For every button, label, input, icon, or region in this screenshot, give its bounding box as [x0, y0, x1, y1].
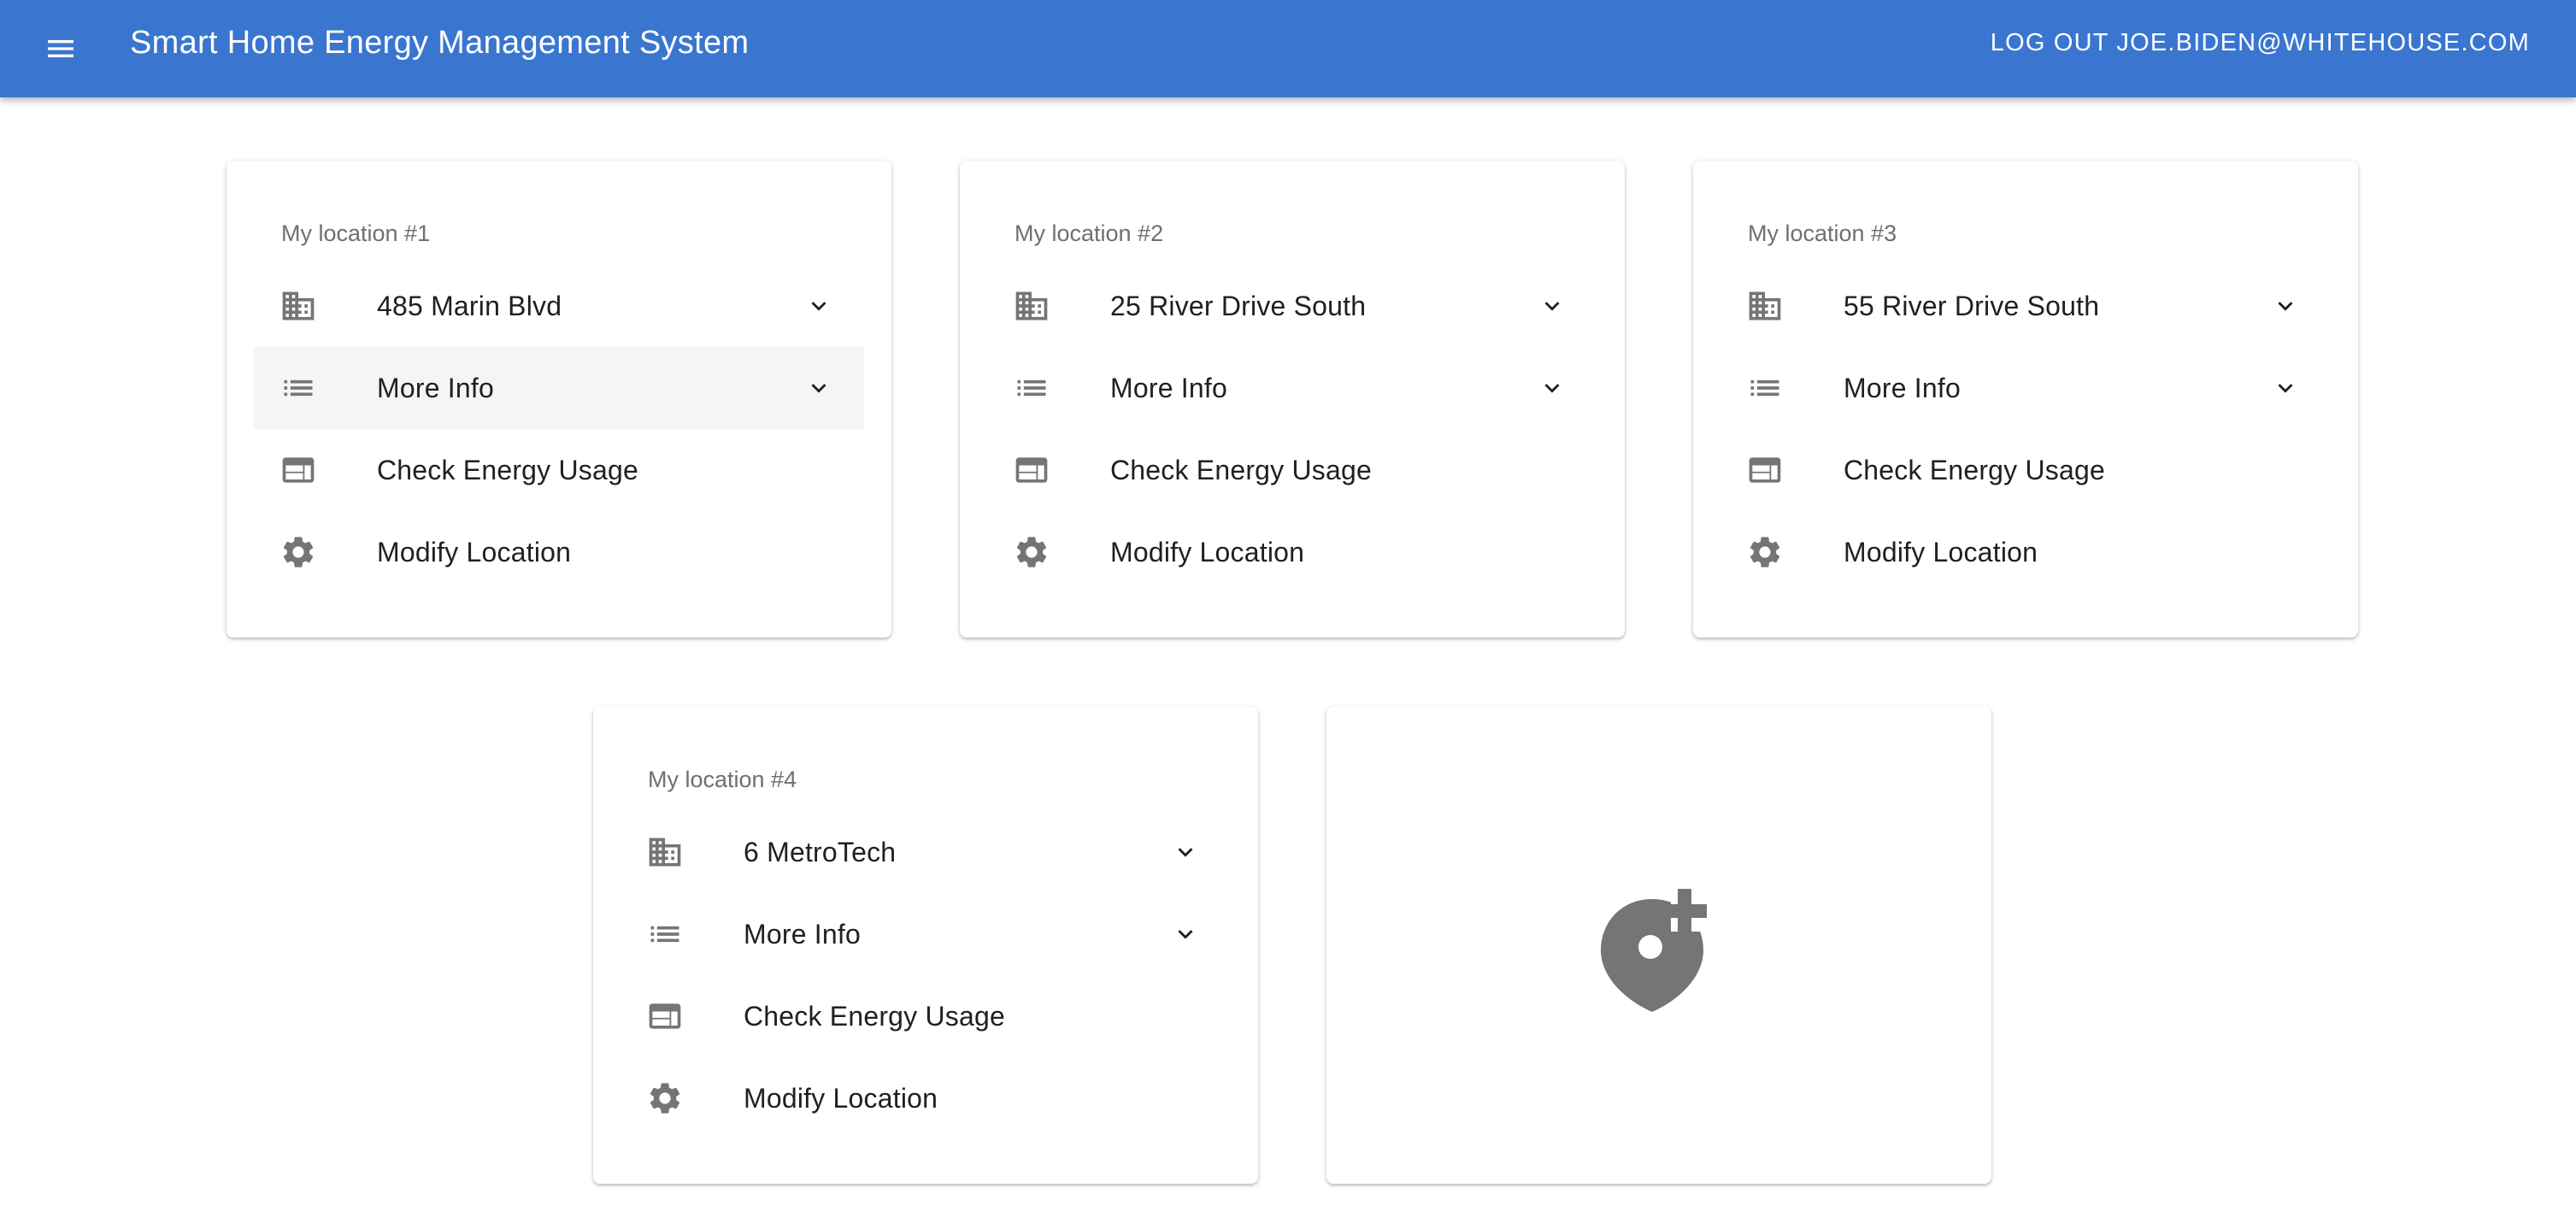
modify-location-item[interactable]: Modify Location	[254, 511, 864, 593]
chevron-down-icon[interactable]	[804, 291, 833, 320]
address-label: 485 Marin Blvd	[377, 290, 562, 321]
account-area: LOG OUT JOE.BIDEN@WHITEHOUSE.COM	[1991, 0, 2530, 85]
gear-icon	[1746, 533, 1784, 571]
card-title: My location #3	[1748, 221, 1897, 246]
building-icon	[646, 833, 684, 871]
address-item[interactable]: 6 MetroTech	[620, 811, 1231, 893]
chevron-down-icon[interactable]	[2271, 373, 2300, 403]
address-item[interactable]: 485 Marin Blvd	[254, 265, 864, 347]
list-icon	[1746, 369, 1784, 407]
location-card-1: My location #1 485 Marin Blvd More Info …	[226, 161, 891, 638]
location-card-2: My location #2 25 River Drive South More…	[960, 161, 1625, 638]
gear-icon	[646, 1079, 684, 1117]
more-info-label: More Info	[744, 918, 861, 950]
list-icon	[646, 915, 684, 953]
list-icon	[279, 369, 317, 407]
more-info-label: More Info	[377, 372, 494, 403]
modify-location-label: Modify Location	[377, 536, 572, 567]
modify-location-item[interactable]: Modify Location	[987, 511, 1597, 593]
more-info-item[interactable]: More Info	[1720, 347, 2331, 429]
chevron-down-icon[interactable]	[2271, 291, 2300, 320]
more-info-item[interactable]: More Info	[254, 347, 864, 429]
location-card-4: My location #4 6 MetroTech More Info Che…	[593, 707, 1258, 1184]
modify-location-item[interactable]: Modify Location	[1720, 511, 2331, 593]
check-energy-item[interactable]: Check Energy Usage	[254, 429, 864, 511]
chevron-down-icon[interactable]	[1171, 920, 1200, 949]
chevron-down-icon[interactable]	[804, 373, 833, 403]
gear-icon	[1013, 533, 1050, 571]
chevron-down-icon[interactable]	[1538, 373, 1567, 403]
location-menu: 55 River Drive South More Info Check Ene…	[1720, 265, 2331, 593]
address-item[interactable]: 25 River Drive South	[987, 265, 1597, 347]
modify-location-label: Modify Location	[744, 1082, 938, 1114]
card-title: My location #1	[281, 221, 431, 246]
chevron-down-icon[interactable]	[1538, 291, 1567, 320]
building-icon	[1013, 287, 1050, 325]
add-location-icon	[1601, 879, 1710, 1012]
web-panel-icon	[646, 997, 684, 1035]
location-menu: 485 Marin Blvd More Info Check Energy Us…	[254, 265, 864, 593]
check-energy-label: Check Energy Usage	[744, 1000, 1005, 1032]
address-item[interactable]: 55 River Drive South	[1720, 265, 2331, 347]
add-location-card[interactable]	[1326, 707, 1991, 1184]
location-menu: 25 River Drive South More Info Check Ene…	[987, 265, 1597, 593]
menu-icon	[48, 40, 74, 57]
chevron-down-icon[interactable]	[1171, 838, 1200, 867]
more-info-item[interactable]: More Info	[620, 893, 1231, 975]
more-info-label: More Info	[1844, 372, 1961, 403]
card-title: My location #4	[648, 767, 797, 792]
check-energy-item[interactable]: Check Energy Usage	[620, 975, 1231, 1057]
modify-location-label: Modify Location	[1844, 536, 2038, 567]
app-title: Smart Home Energy Management System	[130, 25, 750, 61]
building-icon	[1746, 287, 1784, 325]
list-icon	[1013, 369, 1050, 407]
location-menu: 6 MetroTech More Info Check Energy Usage…	[620, 811, 1231, 1139]
more-info-item[interactable]: More Info	[987, 347, 1597, 429]
check-energy-label: Check Energy Usage	[377, 454, 638, 485]
check-energy-item[interactable]: Check Energy Usage	[1720, 429, 2331, 511]
web-panel-icon	[1013, 451, 1050, 489]
modify-location-label: Modify Location	[1110, 536, 1305, 567]
web-panel-icon	[1746, 451, 1784, 489]
check-energy-label: Check Energy Usage	[1110, 454, 1372, 485]
address-label: 25 River Drive South	[1110, 290, 1367, 321]
menu-button[interactable]	[31, 19, 91, 79]
more-info-label: More Info	[1110, 372, 1227, 403]
location-card-3: My location #3 55 River Drive South More…	[1693, 161, 2358, 638]
check-energy-label: Check Energy Usage	[1844, 454, 2105, 485]
check-energy-item[interactable]: Check Energy Usage	[987, 429, 1597, 511]
modify-location-item[interactable]: Modify Location	[620, 1057, 1231, 1139]
logout-button[interactable]: LOG OUT	[1991, 29, 2108, 56]
web-panel-icon	[279, 451, 317, 489]
gear-icon	[279, 533, 317, 571]
card-title: My location #2	[1015, 221, 1164, 246]
address-label: 6 MetroTech	[744, 836, 897, 867]
address-label: 55 River Drive South	[1844, 290, 2100, 321]
building-icon	[279, 287, 317, 325]
user-email[interactable]: JOE.BIDEN@WHITEHOUSE.COM	[2116, 29, 2530, 56]
app-bar: Smart Home Energy Management System LOG …	[0, 0, 2576, 97]
